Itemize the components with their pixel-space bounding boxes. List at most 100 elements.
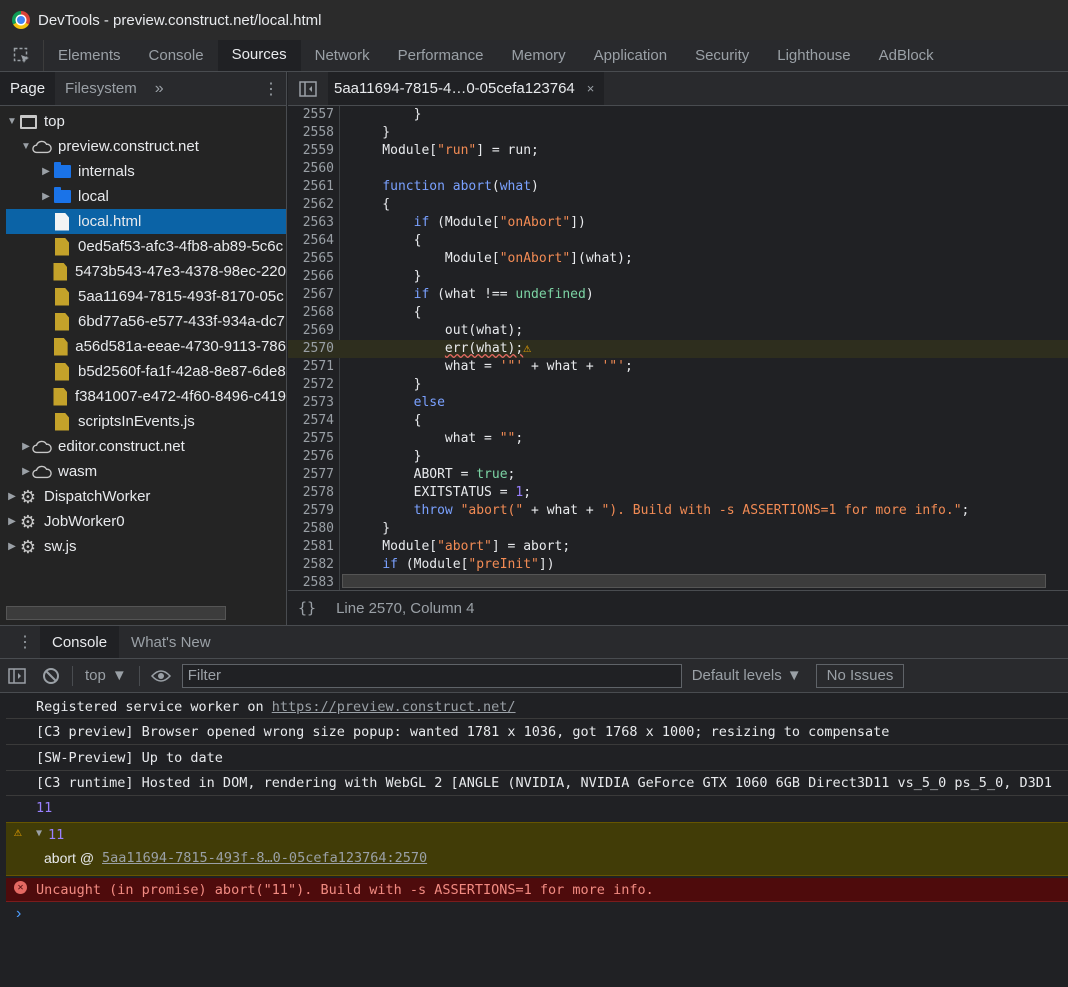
code-line: 2582 if (Module["preInit"]): [302, 557, 555, 572]
inspect-cursor-icon: [13, 47, 29, 63]
tree-item-script[interactable]: 0ed5af53-afc3-4fb8-ab89-5c6c: [6, 234, 286, 259]
filter-input[interactable]: [181, 663, 682, 688]
code-line: 2581 Module["abort"] = abort;: [302, 539, 571, 554]
pretty-print-icon[interactable]: {}: [298, 599, 316, 617]
tree-item-internals[interactable]: ▶ internals: [6, 159, 286, 184]
drawer-tab-bar: ⋮ Console What's New: [0, 625, 1068, 659]
tree-item-script[interactable]: a56d581a-eeae-4730-9113-786: [6, 334, 286, 359]
console-sidebar-button[interactable]: [0, 667, 34, 684]
tree-item-local[interactable]: ▶ local: [6, 184, 286, 209]
tab-whats-new[interactable]: What's New: [119, 626, 223, 658]
console-message: Registered service worker on https://pre…: [6, 695, 1068, 719]
live-expression-button[interactable]: [144, 669, 178, 683]
code-line: 2576 }: [302, 449, 422, 464]
cloud-icon: [32, 138, 52, 156]
clear-console-button[interactable]: [34, 667, 68, 685]
code-line: 2561 function abort(what): [302, 179, 539, 194]
tree-item-label: b5d2560f-fa1f-42a8-8e87-6de8: [78, 363, 286, 380]
log-levels-dropdown[interactable]: Default levels ▼: [692, 667, 802, 684]
script-file-icon: [55, 412, 69, 431]
script-file-icon: [53, 262, 68, 281]
code-line: 2558 }: [302, 125, 391, 140]
script-file-icon: [55, 312, 69, 331]
tab-application[interactable]: Application: [580, 40, 681, 71]
more-tabs-icon[interactable]: »: [147, 72, 172, 105]
tree-item-label: preview.construct.net: [58, 138, 199, 155]
warning-icon[interactable]: ⚠: [523, 341, 531, 356]
tree-item-editor-construct[interactable]: ▶ editor.construct.net: [6, 434, 286, 459]
drawer-menu-icon[interactable]: ⋮: [10, 626, 40, 658]
collapsed-arrow-icon[interactable]: ▶: [40, 191, 52, 202]
tree-item-sw-js[interactable]: ▶ ⚙ sw.js: [6, 534, 286, 559]
tab-filesystem[interactable]: Filesystem: [55, 72, 147, 105]
tab-lighthouse[interactable]: Lighthouse: [763, 40, 864, 71]
tree-item-label: wasm: [58, 463, 98, 480]
tab-memory[interactable]: Memory: [498, 40, 580, 71]
error-icon: ✕: [14, 881, 27, 894]
folder-icon: [53, 162, 71, 178]
tab-drawer-console[interactable]: Console: [40, 626, 120, 658]
warning-value: 11: [48, 827, 65, 843]
sidebar-toggle-icon: [299, 80, 317, 97]
tab-elements[interactable]: Elements: [44, 40, 135, 71]
tree-item-script[interactable]: b5d2560f-fa1f-42a8-8e87-6de8: [6, 359, 286, 384]
expanded-arrow-icon[interactable]: ▼: [20, 141, 32, 152]
editor-horizontal-scrollbar[interactable]: [342, 574, 1046, 588]
navigator-menu-icon[interactable]: ⋮: [256, 72, 286, 105]
tree-item-dispatchworker[interactable]: ▶ ⚙ DispatchWorker: [6, 484, 286, 509]
collapsed-arrow-icon[interactable]: ▶: [40, 166, 52, 177]
collapsed-arrow-icon[interactable]: ▶: [20, 441, 32, 452]
levels-label: Default levels: [691, 667, 782, 684]
tree-item-script[interactable]: scriptsInEvents.js: [6, 409, 286, 434]
highlighted-code-line: 2570 err(what);⚠: [288, 340, 1068, 358]
tree-item-top[interactable]: ▼ top: [6, 109, 286, 134]
tree-item-label: internals: [78, 163, 135, 180]
tab-sources[interactable]: Sources: [217, 40, 301, 71]
tab-adblock[interactable]: AdBlock: [865, 40, 948, 71]
collapsed-arrow-icon[interactable]: ▶: [6, 541, 18, 552]
expanded-arrow-icon[interactable]: ▼: [6, 116, 18, 127]
issues-button[interactable]: No Issues: [815, 663, 905, 688]
tree-item-preview-construct[interactable]: ▼ preview.construct.net: [6, 134, 286, 159]
gear-icon: ⚙: [19, 536, 37, 557]
tab-security[interactable]: Security: [681, 40, 763, 71]
tree-item-script[interactable]: 5473b543-47e3-4378-98ec-220: [6, 259, 286, 284]
tree-item-script[interactable]: 6bd77a56-e577-433f-934a-dc7: [6, 309, 286, 334]
collapsed-arrow-icon[interactable]: ▶: [6, 516, 18, 527]
tree-item-wasm[interactable]: ▶ wasm: [6, 459, 286, 484]
tree-item-local-html[interactable]: local.html: [6, 209, 286, 234]
toolbar-divider: [72, 665, 73, 686]
console-messages: Registered service worker on https://pre…: [0, 693, 1068, 987]
tree-item-script[interactable]: 5aa11694-7815-493f-8170-05c: [6, 284, 286, 309]
expanded-arrow-icon[interactable]: ▼: [36, 828, 42, 839]
code-line: 2575 what = "";: [302, 431, 524, 446]
console-message: [SW-Preview] Up to date: [6, 746, 1068, 771]
tree-item-script[interactable]: f3841007-e472-4f60-8496-c419: [6, 384, 286, 409]
navigator-horizontal-scrollbar[interactable]: [6, 606, 226, 620]
console-prompt[interactable]: ›: [16, 905, 21, 923]
code-line: 2579 throw "abort(" + what + "). Build w…: [302, 503, 970, 518]
context-selector[interactable]: top ▼: [77, 667, 135, 684]
eye-icon: [150, 669, 171, 682]
editor-tab-open-file[interactable]: 5aa11694-7815-4…0-05cefa123764 ×: [328, 72, 605, 105]
collapsed-arrow-icon[interactable]: ▶: [6, 491, 18, 502]
code-line: 2577 ABORT = true;: [302, 467, 516, 482]
console-message: [C3 preview] Browser opened wrong size p…: [6, 720, 1068, 745]
code-line: 2580 }: [302, 521, 391, 536]
tab-network[interactable]: Network: [301, 40, 384, 71]
inspect-element-button[interactable]: [0, 40, 44, 71]
code-line: 2567 if (what !== undefined): [302, 287, 594, 302]
tab-page[interactable]: Page: [0, 72, 56, 105]
stack-source-link[interactable]: 5aa11694-7815-493f-8…0-05cefa123764:2570: [102, 850, 427, 866]
tab-console[interactable]: Console: [135, 40, 218, 71]
tree-item-label: JobWorker0: [44, 513, 125, 530]
tree-item-jobworker0[interactable]: ▶ ⚙ JobWorker0: [6, 509, 286, 534]
code-area[interactable]: 2557 } 2558 } 2559 Module["run"] = run; …: [288, 106, 1068, 590]
folder-icon: [53, 187, 71, 203]
service-worker-link[interactable]: https://preview.construct.net/: [272, 699, 516, 715]
collapsed-arrow-icon[interactable]: ▶: [20, 466, 32, 477]
tab-performance[interactable]: Performance: [384, 40, 498, 71]
dropdown-arrow-icon: ▼: [786, 667, 802, 684]
toggle-navigator-button[interactable]: [288, 72, 328, 105]
close-tab-icon[interactable]: ×: [587, 81, 595, 96]
